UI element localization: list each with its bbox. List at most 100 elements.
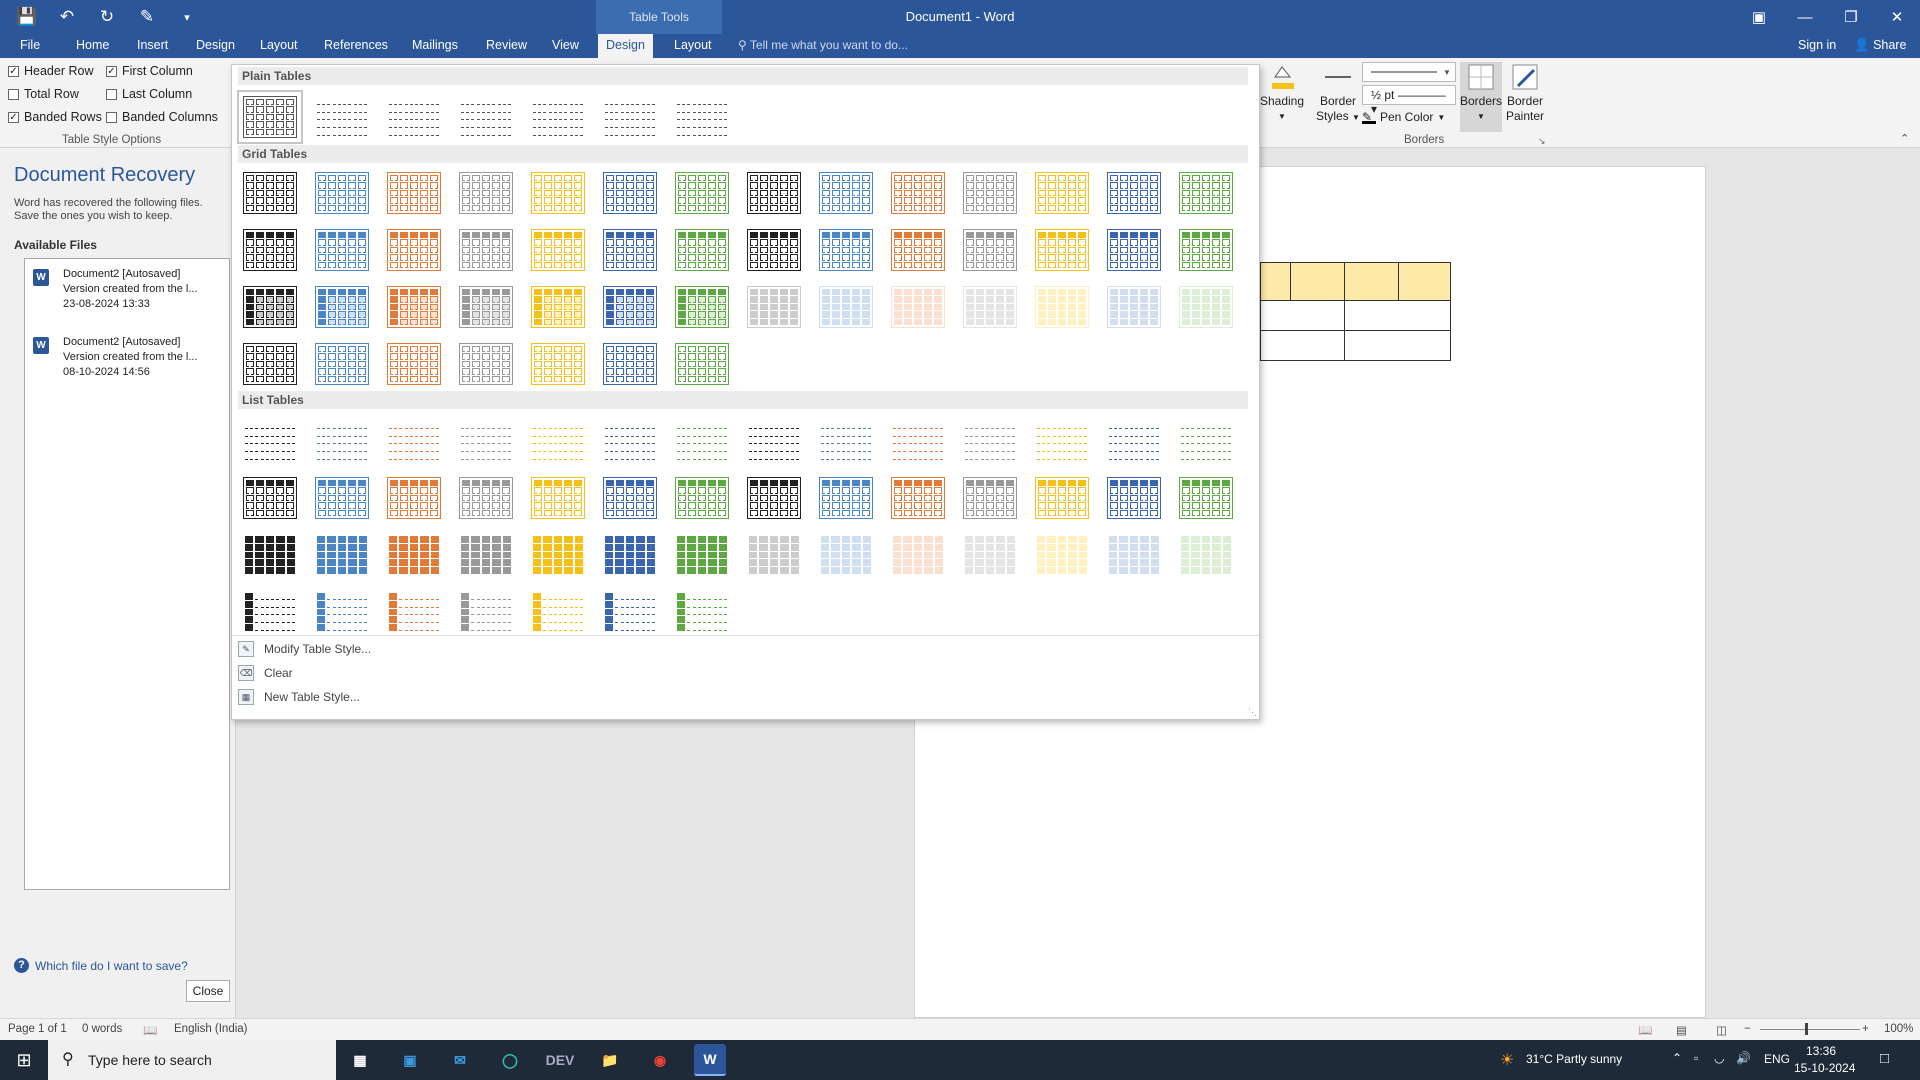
table-style-thumbnail[interactable] [382, 281, 446, 333]
table-style-thumbnail[interactable] [526, 167, 590, 219]
table-style-thumbnail[interactable] [1102, 281, 1166, 333]
table-style-thumbnail[interactable] [598, 281, 662, 333]
table-cell[interactable] [1260, 300, 1345, 331]
wifi-icon[interactable]: ◡ [1714, 1051, 1724, 1065]
resize-grip-icon[interactable]: ⋱ [1248, 707, 1257, 718]
table-style-thumbnail[interactable] [238, 415, 302, 467]
table-style-thumbnail[interactable] [742, 281, 806, 333]
border-styles-button[interactable]: Border Styles ▼ [1316, 62, 1360, 125]
table-style-thumbnail[interactable] [310, 529, 374, 581]
table-style-thumbnail[interactable] [454, 586, 518, 638]
table-style-thumbnail[interactable] [454, 415, 518, 467]
table-style-thumbnail[interactable] [238, 472, 302, 524]
which-file-help-link[interactable]: ? Which file do I want to save? [14, 958, 188, 973]
mail-icon[interactable]: ✉ [444, 1044, 476, 1076]
table-style-thumbnail[interactable] [598, 586, 662, 638]
table-style-thumbnail[interactable] [886, 224, 950, 276]
table-style-thumbnail[interactable] [310, 415, 374, 467]
modify-table-style-item[interactable]: ✎ Modify Table Style... [238, 641, 371, 657]
banded-columns-checkbox[interactable]: Banded Columns [106, 110, 218, 124]
table-style-thumbnail[interactable] [886, 281, 950, 333]
table-style-thumbnail[interactable] [598, 338, 662, 390]
table-style-thumbnail[interactable] [1174, 529, 1238, 581]
dev-app-icon[interactable]: DEV [544, 1044, 576, 1076]
table-style-thumbnail[interactable] [382, 91, 446, 143]
table-style-thumbnail[interactable] [814, 224, 878, 276]
table-style-thumbnail[interactable] [598, 224, 662, 276]
table-style-thumbnail[interactable] [238, 586, 302, 638]
share-button[interactable]: 👤 Share [1854, 38, 1906, 53]
table-style-thumbnail[interactable] [814, 472, 878, 524]
table-style-thumbnail[interactable] [886, 167, 950, 219]
zoom-level[interactable]: 100% [1884, 1023, 1913, 1035]
table-style-thumbnail[interactable] [670, 529, 734, 581]
save-icon[interactable]: 💾 [14, 4, 40, 30]
table-style-thumbnail[interactable] [526, 472, 590, 524]
table-style-thumbnail[interactable] [310, 586, 374, 638]
tab-review[interactable]: Review [478, 34, 535, 58]
clear-style-item[interactable]: ⌫ Clear [238, 665, 293, 681]
table-style-thumbnail[interactable] [526, 586, 590, 638]
table-style-thumbnail[interactable] [526, 529, 590, 581]
store-icon[interactable]: ▣ [394, 1044, 426, 1076]
table-cell[interactable] [1344, 262, 1399, 301]
table-style-thumbnail[interactable] [670, 472, 734, 524]
table-style-thumbnail[interactable] [1030, 281, 1094, 333]
table-style-thumbnail[interactable] [670, 586, 734, 638]
table-style-thumbnail[interactable] [454, 224, 518, 276]
table-style-thumbnail[interactable] [814, 281, 878, 333]
borders-button[interactable]: Borders ▼ [1460, 62, 1502, 132]
clock-time[interactable]: 13:36 [1806, 1044, 1836, 1058]
table-style-thumbnail[interactable] [886, 415, 950, 467]
table-style-thumbnail[interactable] [454, 472, 518, 524]
table-style-thumbnail[interactable] [814, 415, 878, 467]
last-column-checkbox[interactable]: Last Column [106, 87, 192, 101]
table-style-thumbnail[interactable] [742, 224, 806, 276]
table-style-thumbnail[interactable] [958, 167, 1022, 219]
tab-table-design[interactable]: Design [598, 34, 653, 58]
recovered-file-item[interactable]: W Document2 [Autosaved] Version created … [33, 267, 223, 312]
table-style-thumbnail[interactable] [382, 472, 446, 524]
table-style-thumbnail[interactable] [1030, 415, 1094, 467]
table-style-thumbnail[interactable] [1102, 224, 1166, 276]
table-style-thumbnail[interactable] [1030, 472, 1094, 524]
proofing-icon[interactable]: 📖 [143, 1023, 157, 1037]
table-style-thumbnail[interactable] [814, 167, 878, 219]
table-style-thumbnail[interactable] [382, 167, 446, 219]
tab-mailings[interactable]: Mailings [404, 34, 466, 58]
table-style-thumbnail[interactable] [310, 91, 374, 143]
table-style-thumbnail[interactable] [382, 529, 446, 581]
table-style-thumbnail[interactable] [526, 224, 590, 276]
table-style-thumbnail[interactable] [454, 529, 518, 581]
tell-me-box[interactable]: ⚲ Tell me what you want to do... [738, 38, 908, 52]
language[interactable]: English (India) [174, 1023, 248, 1035]
table-style-thumbnail[interactable] [454, 281, 518, 333]
table-style-thumbnail[interactable] [742, 415, 806, 467]
table-style-thumbnail[interactable] [526, 338, 590, 390]
read-mode-icon[interactable]: 📖 [1638, 1023, 1652, 1037]
word-count[interactable]: 0 words [82, 1023, 122, 1035]
table-style-thumbnail[interactable] [310, 472, 374, 524]
touch-mode-icon[interactable]: ✎ [134, 4, 160, 30]
table-style-thumbnail[interactable] [310, 338, 374, 390]
table-cell[interactable] [1398, 262, 1451, 301]
table-cell[interactable] [1290, 262, 1345, 301]
tab-insert[interactable]: Insert [129, 34, 176, 58]
recovery-close-button[interactable]: Close [186, 980, 230, 1002]
table-cell[interactable] [1260, 330, 1345, 361]
tab-file[interactable]: File [12, 34, 48, 58]
header-row-checkbox[interactable]: ✓ Header Row [8, 64, 93, 78]
sign-in-link[interactable]: Sign in [1798, 38, 1836, 52]
table-cell[interactable] [1344, 330, 1451, 361]
table-style-thumbnail[interactable] [670, 91, 734, 143]
table-style-thumbnail[interactable] [598, 167, 662, 219]
table-cell[interactable] [1344, 300, 1451, 331]
table-style-thumbnail[interactable] [1174, 224, 1238, 276]
line-style-dropdown[interactable]: ▼ [1362, 62, 1456, 82]
table-style-thumbnail[interactable] [237, 90, 303, 144]
table-style-thumbnail[interactable] [742, 529, 806, 581]
table-style-thumbnail[interactable] [958, 224, 1022, 276]
table-style-thumbnail[interactable] [958, 529, 1022, 581]
table-style-thumbnail[interactable] [310, 281, 374, 333]
table-style-thumbnail[interactable] [238, 529, 302, 581]
